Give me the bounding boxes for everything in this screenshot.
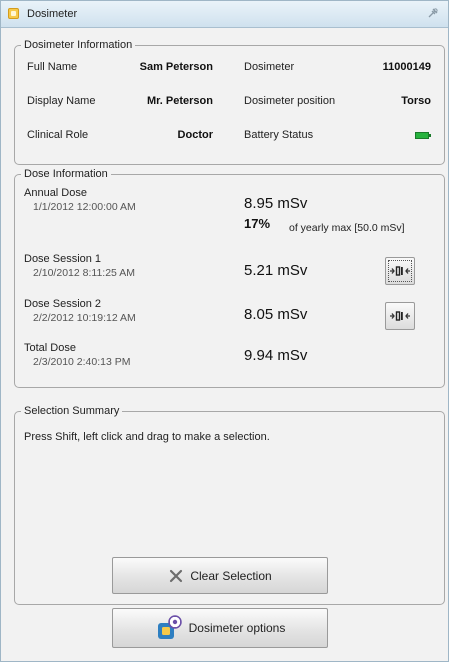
title-bar[interactable]: Dosimeter [1,1,448,28]
battery-status-label: Battery Status [244,129,314,141]
dosimeter-position-value: Torso [401,95,431,107]
selection-summary-legend: Selection Summary [24,405,120,417]
annual-dose-percent: 17% [244,216,271,231]
dosimeter-options-label: Dosimeter options [188,621,286,635]
dose-session-2-value: 8.05 mSv [244,306,308,323]
display-name-label: Display Name [27,95,96,107]
annual-dose-value: 8.95 mSv [244,195,308,212]
dosimeter-position-label: Dosimeter position [244,95,336,107]
battery-full-icon [415,132,431,139]
app-icon [8,8,19,19]
total-dose-date: 2/3/2010 2:40:13 PM [33,356,131,368]
annual-dose-label: Annual Dose [24,187,87,199]
full-name-value: Sam Peterson [139,61,213,73]
window-title: Dosimeter [27,8,78,20]
dosimeter-window: Dosimeter Dosimeter Information Full Nam… [0,0,449,662]
clear-selection-button[interactable]: Clear Selection [112,557,328,594]
clinical-role-value: Doctor [177,129,213,141]
annual-dose-percent-note: of yearly max [50.0 mSv] [289,222,405,234]
dose-session-2-label: Dose Session 2 [24,298,102,310]
selection-instructions: Press Shift, left click and drag to make… [24,431,270,443]
dose-session-1-date: 2/10/2012 8:11:25 AM [33,267,135,279]
dose-session-2-button[interactable] [385,302,415,330]
total-dose-value: 9.94 mSv [244,347,308,364]
annual-dose-date: 1/1/2012 12:00:00 AM [33,201,136,213]
dose-session-1-label: Dose Session 1 [24,253,102,265]
dosimeter-signal-icon [390,266,410,276]
dosimeter-gear-icon [155,614,183,642]
dosimeter-information-legend: Dosimeter Information [24,39,133,51]
dose-session-2-date: 2/2/2012 10:19:12 AM [33,312,136,324]
clinical-role-label: Clinical Role [27,129,89,141]
dosimeter-id-value: 11000149 [382,61,431,73]
close-x-icon [168,568,184,584]
full-name-label: Full Name [27,61,78,73]
dosimeter-label: Dosimeter [244,61,295,73]
dosimeter-options-button[interactable]: Dosimeter options [112,608,328,648]
dosimeter-signal-icon [390,311,410,321]
dose-session-1-button[interactable] [385,257,415,285]
total-dose-label: Total Dose [24,342,76,354]
dose-session-1-value: 5.21 mSv [244,262,308,279]
dose-information-legend: Dose Information [24,168,108,180]
display-name-value: Mr. Peterson [146,95,213,107]
pin-icon[interactable] [426,6,440,20]
clear-selection-label: Clear Selection [190,568,272,583]
